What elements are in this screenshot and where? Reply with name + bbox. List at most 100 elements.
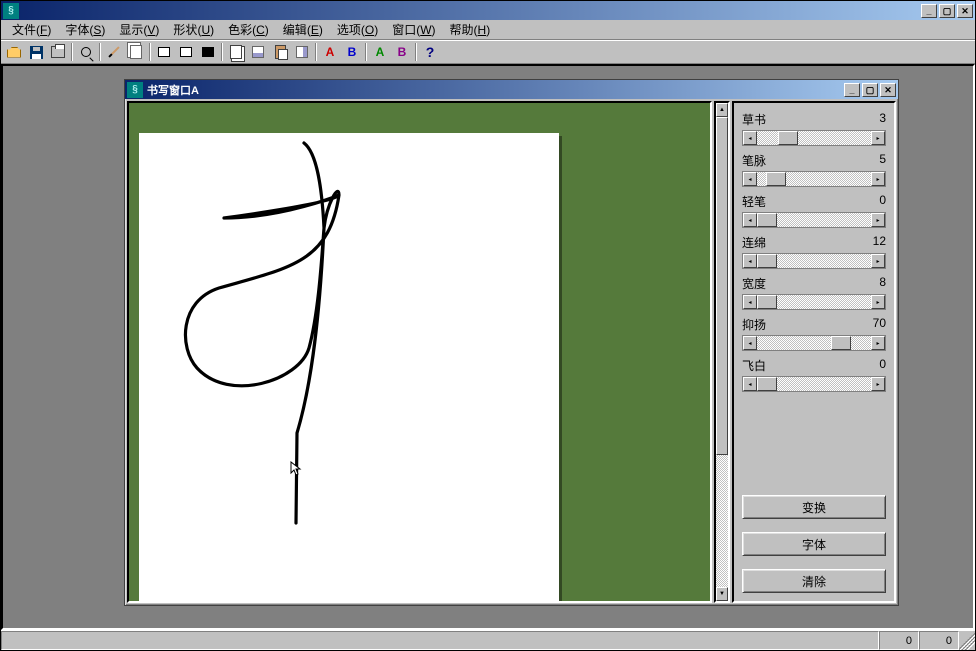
slider-control[interactable]: ◂▸ (742, 253, 886, 269)
slider-control[interactable]: ◂▸ (742, 294, 886, 310)
slider-name: 抑扬 (742, 316, 766, 333)
slider-track[interactable] (757, 377, 871, 391)
menu-view[interactable]: 显示(V) (112, 19, 166, 40)
slider-thumb[interactable] (778, 131, 798, 145)
maximize-button[interactable]: ▢ (939, 4, 955, 18)
scroll-track[interactable] (716, 117, 728, 587)
menu-color[interactable]: 色彩(C) (221, 19, 276, 40)
menu-edit[interactable]: 编辑(E) (276, 19, 330, 40)
slider-right-button[interactable]: ▸ (871, 213, 885, 227)
print-button[interactable] (47, 42, 69, 62)
slider-thumb[interactable] (757, 295, 777, 309)
help-icon: ? (426, 44, 435, 60)
scroll-thumb[interactable] (716, 117, 728, 455)
canvas-vscroll[interactable]: ▲ ▼ (714, 101, 730, 603)
pencil-button[interactable] (103, 42, 125, 62)
transform-button[interactable]: 变换 (742, 495, 886, 519)
separator (221, 43, 223, 61)
slider-right-button[interactable]: ▸ (871, 131, 885, 145)
zoom-button[interactable] (75, 42, 97, 62)
slider-control[interactable]: ◂▸ (742, 171, 886, 187)
slider-control[interactable]: ◂▸ (742, 376, 886, 392)
rect-empty-button[interactable] (153, 42, 175, 62)
button-a-green[interactable]: A (369, 42, 391, 62)
mdi-client: § 书写窗口A _ ▢ ✕ (1, 64, 975, 630)
save-button[interactable] (25, 42, 47, 62)
menu-options[interactable]: 选项(O) (330, 19, 385, 40)
slider-label: 轻笔0 (742, 193, 886, 210)
slider-value: 12 (873, 234, 886, 251)
slider-track[interactable] (757, 213, 871, 227)
help-button[interactable]: ? (419, 42, 441, 62)
slider-left-button[interactable]: ◂ (743, 131, 757, 145)
slider-label: 连绵12 (742, 234, 886, 251)
button-b-purple[interactable]: B (391, 42, 413, 62)
close-button[interactable]: ✕ (957, 4, 973, 18)
slider-right-button[interactable]: ▸ (871, 377, 885, 391)
slider-track[interactable] (757, 336, 871, 350)
slider-right-button[interactable]: ▸ (871, 172, 885, 186)
pages-button[interactable] (125, 42, 147, 62)
minimize-button[interactable]: _ (921, 4, 937, 18)
slider-track[interactable] (757, 254, 871, 268)
menu-window[interactable]: 窗口(W) (385, 19, 442, 40)
menu-file[interactable]: 文件(F) (5, 19, 58, 40)
slider-track[interactable] (757, 131, 871, 145)
slider-right-button[interactable]: ▸ (871, 336, 885, 350)
child-maximize-button[interactable]: ▢ (862, 83, 878, 97)
clear-button[interactable]: 清除 (742, 569, 886, 593)
vstack-icon (250, 44, 266, 60)
slider-thumb[interactable] (766, 172, 786, 186)
slider-thumb[interactable] (757, 213, 777, 227)
app-icon: § (3, 3, 19, 19)
child-minimize-button[interactable]: _ (844, 83, 860, 97)
child-close-button[interactable]: ✕ (880, 83, 896, 97)
slider-thumb[interactable] (831, 336, 851, 350)
slider-left-button[interactable]: ◂ (743, 295, 757, 309)
slider-label: 抑扬 70 (742, 316, 886, 333)
menu-shape[interactable]: 形状(U) (166, 19, 221, 40)
slider-left-button[interactable]: ◂ (743, 254, 757, 268)
hstack-button[interactable] (291, 42, 313, 62)
open-button[interactable] (3, 42, 25, 62)
paste-button[interactable] (269, 42, 291, 62)
menu-help[interactable]: 帮助(H) (443, 19, 498, 40)
slider-value: 70 (873, 316, 886, 333)
slider-left-button[interactable]: ◂ (743, 377, 757, 391)
slider-thumb[interactable] (757, 377, 777, 391)
slider-left-button[interactable]: ◂ (743, 172, 757, 186)
child-titlebar[interactable]: § 书写窗口A _ ▢ ✕ (125, 80, 898, 99)
rect-fill-button[interactable] (197, 42, 219, 62)
slider-track[interactable] (757, 172, 871, 186)
vstack-button[interactable] (247, 42, 269, 62)
separator (99, 43, 101, 61)
scroll-up-button[interactable]: ▲ (716, 103, 728, 117)
hstack-icon (294, 44, 310, 60)
button-b-blue[interactable]: B (341, 42, 363, 62)
slider-3: 连绵12◂▸ (742, 234, 886, 269)
titlebar: § _ ▢ ✕ (1, 1, 975, 20)
resize-grip[interactable] (959, 631, 975, 650)
canvas-frame[interactable] (127, 101, 712, 603)
slider-4: 宽度8◂▸ (742, 275, 886, 310)
rect-fillw-button[interactable] (175, 42, 197, 62)
slider-right-button[interactable]: ▸ (871, 254, 885, 268)
app-window: § _ ▢ ✕ 文件(F) 字体(S) 显示(V) 形状(U) 色彩(C) 编辑… (0, 0, 976, 651)
slider-thumb[interactable] (757, 254, 777, 268)
status-n2: 0 (919, 631, 959, 650)
slider-control[interactable]: ◂▸ (742, 130, 886, 146)
scroll-down-button[interactable]: ▼ (716, 587, 728, 601)
slider-control[interactable]: ◂▸ (742, 335, 886, 351)
copy-button[interactable] (225, 42, 247, 62)
slider-right-button[interactable]: ▸ (871, 295, 885, 309)
button-a-red[interactable]: A (319, 42, 341, 62)
slider-control[interactable]: ◂▸ (742, 212, 886, 228)
slider-name: 笔脉 (742, 152, 766, 169)
slider-track[interactable] (757, 295, 871, 309)
font-button[interactable]: 字体 (742, 532, 886, 556)
slider-label: 草书3 (742, 111, 886, 128)
slider-left-button[interactable]: ◂ (743, 213, 757, 227)
slider-left-button[interactable]: ◂ (743, 336, 757, 350)
canvas-paper[interactable] (139, 133, 559, 603)
menu-font[interactable]: 字体(S) (58, 19, 112, 40)
